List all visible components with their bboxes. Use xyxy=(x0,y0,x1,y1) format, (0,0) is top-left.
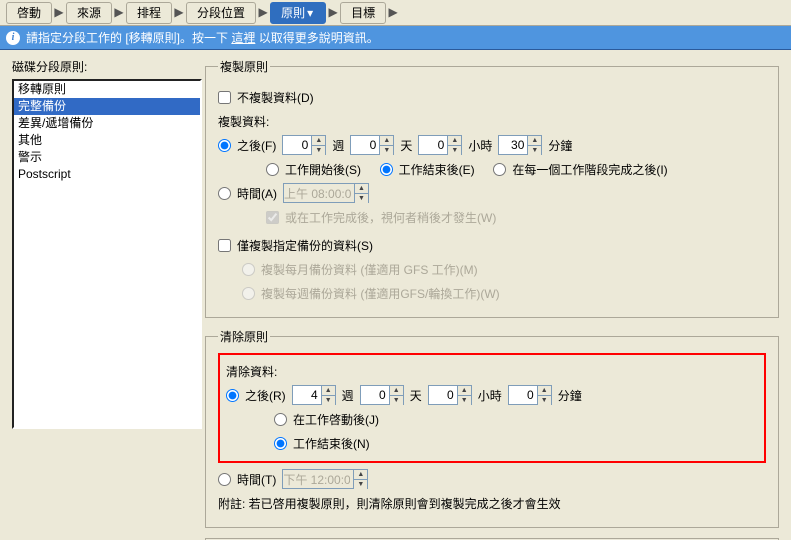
chevron-right-icon: ▶ xyxy=(388,5,398,20)
copy-weekly-radio xyxy=(242,287,255,300)
purge-after-label: 之後(R) xyxy=(245,387,286,404)
no-copy-label: 不複製資料(D) xyxy=(237,89,314,106)
copy-monthly-radio xyxy=(242,263,255,276)
chevron-right-icon: ▶ xyxy=(114,5,124,20)
copy-orafter-checkbox xyxy=(266,211,279,224)
list-item[interactable]: 移轉原則 xyxy=(14,81,200,98)
info-text-pre: 請指定分段工作的 [移轉原則]。按一下 xyxy=(26,31,231,45)
copy-mins-spin[interactable]: ▲▼ xyxy=(498,135,542,155)
tab-policy[interactable]: 原則▾ xyxy=(270,2,326,24)
unit-min: 分鐘 xyxy=(548,137,572,154)
copy-eachstage-label: 在每一個工作階段完成之後(I) xyxy=(512,161,667,178)
copy-policy-group: 複製原則 不複製資料(D) 複製資料: 之後(F) ▲▼ 週 ▲▼ 天 ▲▼ 小… xyxy=(205,58,779,318)
purge-after-radio[interactable] xyxy=(226,389,239,402)
copy-jobstart-radio[interactable] xyxy=(266,163,279,176)
copy-time-label: 時間(A) xyxy=(237,185,277,202)
copy-weekly-label: 複製每週備份資料 (僅適用GFS/輪換工作)(W) xyxy=(261,285,500,302)
purge-jobend-radio[interactable] xyxy=(274,437,287,450)
tab-destination[interactable]: 目標 xyxy=(340,2,386,24)
purge-jobend-label: 工作結束後(N) xyxy=(293,435,370,452)
chevron-right-icon: ▶ xyxy=(54,5,64,20)
purge-policy-legend: 清除原則 xyxy=(218,328,270,345)
unit-week: 週 xyxy=(332,137,344,154)
tab-source[interactable]: 來源 xyxy=(66,2,112,24)
breadcrumb-tabs: 啓動▶ 來源▶ 排程▶ 分段位置▶ 原則▾▶ 目標▶ xyxy=(0,0,791,26)
policy-listbox[interactable]: 移轉原則 完整備份 差異/遞增備份 其他 警示 Postscript xyxy=(12,79,202,429)
purge-weeks-spin[interactable]: ▲▼ xyxy=(292,385,336,405)
list-item[interactable]: Postscript xyxy=(14,166,200,183)
purge-days-spin[interactable]: ▲▼ xyxy=(360,385,404,405)
tab-staging[interactable]: 分段位置 xyxy=(186,2,256,24)
chevron-right-icon: ▶ xyxy=(328,5,338,20)
info-text-post: 以取得更多說明資訊。 xyxy=(259,31,379,45)
purge-hours-spin[interactable]: ▲▼ xyxy=(428,385,472,405)
purge-time-radio[interactable] xyxy=(218,473,231,486)
copy-data-label: 複製資料: xyxy=(218,111,766,131)
copy-jobend-label: 工作結束後(E) xyxy=(399,161,475,178)
tab-start[interactable]: 啓動 xyxy=(6,2,52,24)
only-specified-checkbox[interactable] xyxy=(218,239,231,252)
copy-time-spin: ▲▼ xyxy=(283,183,369,203)
copy-eachstage-radio[interactable] xyxy=(493,163,506,176)
purge-time-label: 時間(T) xyxy=(237,471,276,488)
copy-days-spin[interactable]: ▲▼ xyxy=(350,135,394,155)
policy-list-label: 磁碟分段原則: xyxy=(12,58,199,75)
unit-hour: 小時 xyxy=(468,137,492,154)
purge-jobstart-label: 在工作啓動後(J) xyxy=(293,411,379,428)
list-item[interactable]: 其他 xyxy=(14,132,200,149)
only-specified-label: 僅複製指定備份的資料(S) xyxy=(237,237,373,254)
spin-down-icon: ▼ xyxy=(311,146,325,155)
purge-mins-spin[interactable]: ▲▼ xyxy=(508,385,552,405)
list-item[interactable]: 警示 xyxy=(14,149,200,166)
purge-jobstart-radio[interactable] xyxy=(274,413,287,426)
info-icon: i xyxy=(6,31,20,45)
unit-day: 天 xyxy=(400,137,412,154)
purge-policy-group: 清除原則 清除資料: 之後(R) ▲▼ 週 ▲▼ 天 ▲▼ 小時 ▲▼ 分鐘 xyxy=(205,328,779,528)
copy-weeks-spin[interactable]: ▲▼ xyxy=(282,135,326,155)
copy-after-radio[interactable] xyxy=(218,139,231,152)
purge-data-label: 清除資料: xyxy=(226,361,758,381)
tab-schedule[interactable]: 排程 xyxy=(126,2,172,24)
spin-up-icon: ▲ xyxy=(311,136,325,146)
copy-monthly-label: 複製每月備份資料 (僅適用 GFS 工作)(M) xyxy=(261,261,478,278)
purge-note: 附註: 若已啓用複製原則，則清除原則會到複製完成之後才會生效 xyxy=(218,493,766,513)
purge-highlight-box: 清除資料: 之後(R) ▲▼ 週 ▲▼ 天 ▲▼ 小時 ▲▼ 分鐘 在工作啓動後… xyxy=(218,353,766,463)
copy-hours-spin[interactable]: ▲▼ xyxy=(418,135,462,155)
copy-jobend-radio[interactable] xyxy=(380,163,393,176)
purge-time-spin: ▲▼ xyxy=(282,469,368,489)
chevron-right-icon: ▶ xyxy=(258,5,268,20)
copy-time-radio[interactable] xyxy=(218,187,231,200)
chevron-right-icon: ▶ xyxy=(174,5,184,20)
chevron-down-icon: ▾ xyxy=(305,5,315,21)
copy-after-label: 之後(F) xyxy=(237,137,276,154)
info-link[interactable]: 這裡 xyxy=(231,31,255,45)
info-banner: i 請指定分段工作的 [移轉原則]。按一下 這裡 以取得更多說明資訊。 xyxy=(0,26,791,50)
list-item[interactable]: 差異/遞增備份 xyxy=(14,115,200,132)
copy-orafter-label: 或在工作完成後，視何者稍後才發生(W) xyxy=(285,209,496,226)
copy-jobstart-label: 工作開始後(S) xyxy=(285,161,361,178)
list-item[interactable]: 完整備份 xyxy=(14,98,200,115)
no-copy-checkbox[interactable] xyxy=(218,91,231,104)
copy-policy-legend: 複製原則 xyxy=(218,58,270,75)
